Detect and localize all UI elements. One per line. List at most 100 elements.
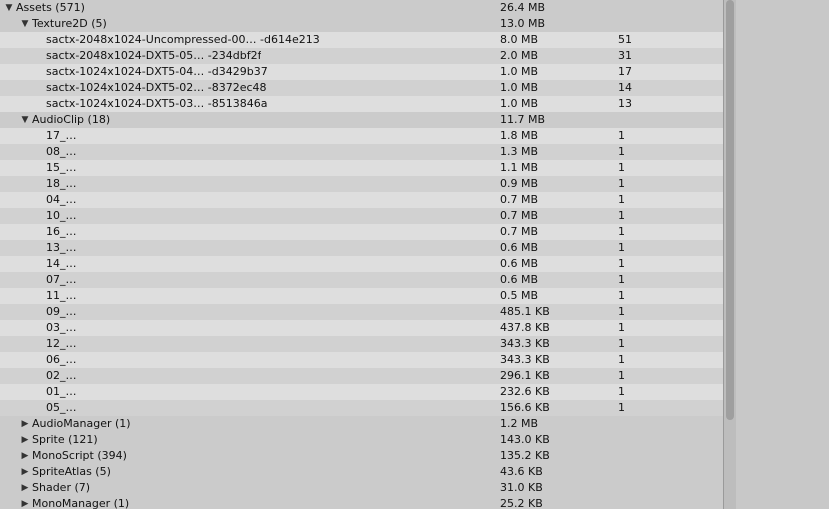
tree-row[interactable]: 18_… 0.9 MB 1 [0, 176, 723, 192]
row-label: 16_… [46, 225, 77, 238]
triangle-right-icon[interactable]: ▶ [20, 448, 30, 464]
vertical-scrollbar[interactable] [724, 0, 736, 509]
tree-row[interactable]: sactx-1024x1024-DXT5-03… -8513846a 1.0 MB… [0, 96, 723, 112]
row-size: 1.0 MB [500, 65, 539, 78]
tree-row[interactable]: 05_… 156.6 KB 1 [0, 400, 723, 416]
row-label: 17_… [46, 129, 77, 142]
tree-row[interactable]: 16_… 0.7 MB 1 [0, 224, 723, 240]
row-label: 06_… [46, 353, 77, 366]
row-size: 8.0 MB [500, 33, 539, 46]
triangle-down-icon[interactable]: ▼ [20, 16, 30, 32]
row-label: 13_… [46, 241, 77, 254]
row-label: 14_… [46, 257, 77, 270]
triangle-right-icon[interactable]: ▶ [20, 480, 30, 496]
scrollbar-thumb[interactable] [726, 0, 734, 420]
tree-row[interactable]: sactx-2048x1024-Uncompressed-00… -d614e2… [0, 32, 723, 48]
tree-group-row[interactable]: ▶ SpriteAtlas (5) 43.6 KB [0, 464, 723, 480]
triangle-right-icon[interactable]: ▶ [20, 416, 30, 432]
row-size: 0.7 MB [500, 209, 539, 222]
tree-group-row[interactable]: ▶ Sprite (121) 143.0 KB [0, 432, 723, 448]
row-ref-count: 1 [618, 145, 625, 158]
tree-group-row[interactable]: ▶ Shader (7) 31.0 KB [0, 480, 723, 496]
row-ref-count: 14 [618, 81, 632, 94]
tree-group-row[interactable]: ▶ MonoManager (1) 25.2 KB [0, 496, 723, 509]
row-ref-count: 51 [618, 33, 632, 46]
row-label: MonoManager (1) [32, 497, 130, 509]
tree-row[interactable]: 11_… 0.5 MB 1 [0, 288, 723, 304]
tree-row[interactable]: 06_… 343.3 KB 1 [0, 352, 723, 368]
tree-row[interactable]: sactx-1024x1024-DXT5-04… -d3429b37 1.0 MB… [0, 64, 723, 80]
tree-row[interactable]: sactx-2048x1024-DXT5-05… -234dbf2f 2.0 MB… [0, 48, 723, 64]
row-size: 485.1 KB [500, 305, 550, 318]
tree-row[interactable]: 04_… 0.7 MB 1 [0, 192, 723, 208]
row-ref-count: 1 [618, 241, 625, 254]
tree-row[interactable]: 17_… 1.8 MB 1 [0, 128, 723, 144]
row-label: Texture2D (5) [32, 17, 107, 30]
row-size: 26.4 MB [500, 1, 546, 14]
tree-row[interactable]: 09_… 485.1 KB 1 [0, 304, 723, 320]
row-size: 156.6 KB [500, 401, 550, 414]
row-label: 04_… [46, 193, 77, 206]
row-ref-count: 1 [618, 289, 625, 302]
row-ref-count: 13 [618, 97, 632, 110]
triangle-right-icon[interactable]: ▶ [20, 496, 30, 509]
row-size: 0.9 MB [500, 177, 539, 190]
tree-group-row[interactable]: ▼ Texture2D (5) 13.0 MB [0, 16, 723, 32]
row-ref-count: 17 [618, 65, 632, 78]
row-label: AudioManager (1) [32, 417, 131, 430]
row-label: 07_… [46, 273, 77, 286]
row-size: 13.0 MB [500, 17, 546, 30]
row-ref-count: 1 [618, 193, 625, 206]
row-label: 05_… [46, 401, 77, 414]
triangle-right-icon[interactable]: ▶ [20, 432, 30, 448]
row-label: sactx-1024x1024-DXT5-03… -8513846a [46, 97, 268, 110]
row-size: 1.3 MB [500, 145, 539, 158]
row-label: sactx-2048x1024-Uncompressed-00… -d614e2… [46, 33, 320, 46]
row-ref-count: 1 [618, 177, 625, 190]
tree-row[interactable]: 12_… 343.3 KB 1 [0, 336, 723, 352]
tree-group-row[interactable]: ▼ AudioClip (18) 11.7 MB [0, 112, 723, 128]
tree-row[interactable]: 01_… 232.6 KB 1 [0, 384, 723, 400]
tree-row[interactable]: 15_… 1.1 MB 1 [0, 160, 723, 176]
tree-row[interactable]: 07_… 0.6 MB 1 [0, 272, 723, 288]
row-ref-count: 1 [618, 401, 625, 414]
triangle-down-icon[interactable]: ▼ [4, 0, 14, 16]
row-size: 31.0 KB [500, 481, 543, 494]
row-size: 232.6 KB [500, 385, 550, 398]
row-label: 09_… [46, 305, 77, 318]
row-size: 437.8 KB [500, 321, 550, 334]
row-ref-count: 1 [618, 369, 625, 382]
row-size: 296.1 KB [500, 369, 550, 382]
row-size: 343.3 KB [500, 337, 550, 350]
row-size: 1.8 MB [500, 129, 539, 142]
row-size: 343.3 KB [500, 353, 550, 366]
row-size: 0.7 MB [500, 193, 539, 206]
row-ref-count: 1 [618, 257, 625, 270]
memory-tree-panel: ▼ Assets (571) 26.4 MB ▼ Texture2D (5) 13.0 M… [0, 0, 723, 509]
tree-group-row[interactable]: ▶ AudioManager (1) 1.2 MB [0, 416, 723, 432]
row-size: 1.0 MB [500, 81, 539, 94]
row-size: 135.2 KB [500, 449, 550, 462]
row-label: 02_… [46, 369, 77, 382]
row-size: 25.2 KB [500, 497, 543, 509]
row-ref-count: 1 [618, 209, 625, 222]
row-size: 11.7 MB [500, 113, 546, 126]
tree-group-row[interactable]: ▶ MonoScript (394) 135.2 KB [0, 448, 723, 464]
tree-group-row[interactable]: ▼ Assets (571) 26.4 MB [0, 0, 723, 16]
row-size: 0.6 MB [500, 273, 539, 286]
row-ref-count: 1 [618, 337, 625, 350]
row-ref-count: 1 [618, 129, 625, 142]
row-label: 12_… [46, 337, 77, 350]
row-label: Assets (571) [16, 1, 85, 14]
tree-row[interactable]: 14_… 0.6 MB 1 [0, 256, 723, 272]
triangle-right-icon[interactable]: ▶ [20, 464, 30, 480]
tree-row[interactable]: 13_… 0.6 MB 1 [0, 240, 723, 256]
row-label: MonoScript (394) [32, 449, 127, 462]
tree-row[interactable]: 02_… 296.1 KB 1 [0, 368, 723, 384]
tree-row[interactable]: 10_… 0.7 MB 1 [0, 208, 723, 224]
row-ref-count: 1 [618, 305, 625, 318]
tree-row[interactable]: sactx-1024x1024-DXT5-02… -8372ec48 1.0 MB… [0, 80, 723, 96]
triangle-down-icon[interactable]: ▼ [20, 112, 30, 128]
tree-row[interactable]: 08_… 1.3 MB 1 [0, 144, 723, 160]
tree-row[interactable]: 03_… 437.8 KB 1 [0, 320, 723, 336]
